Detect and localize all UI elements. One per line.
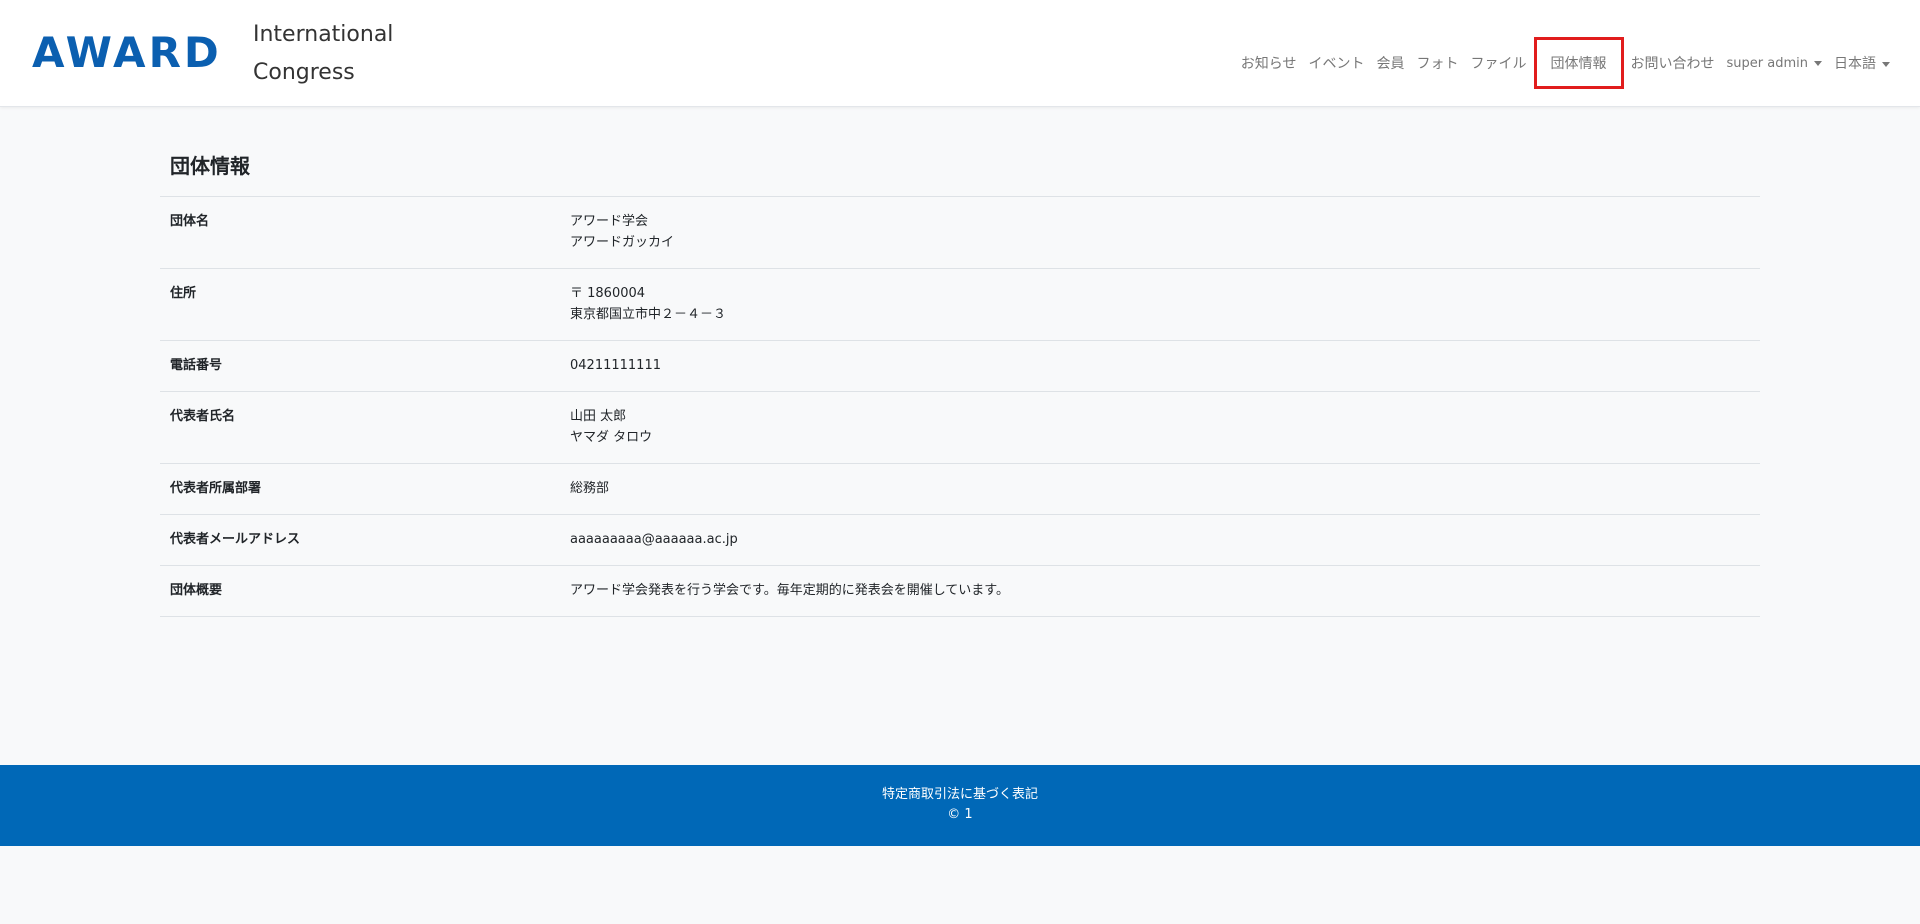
language-menu-label: 日本語 bbox=[1834, 56, 1876, 72]
table-row: 代表者メールアドレス aaaaaaaaa@aaaaaa.ac.jp bbox=[160, 514, 1760, 566]
table-row: 団体概要 アワード学会発表を行う学会です。毎年定期的に発表会を開催しています。 bbox=[160, 565, 1760, 617]
row-value: アワード学会発表を行う学会です。毎年定期的に発表会を開催しています。 bbox=[560, 565, 1760, 617]
copyright-text: © 1 bbox=[947, 807, 973, 822]
site-name[interactable]: International Congress bbox=[253, 16, 413, 92]
row-value: 〒 1860004 東京都国立市中２－４－３ bbox=[560, 268, 1760, 341]
value-line: aaaaaaaaa@aaaaaa.ac.jp bbox=[570, 532, 738, 547]
table-row: 電話番号 04211111111 bbox=[160, 340, 1760, 392]
row-label: 団体名 bbox=[160, 196, 560, 269]
row-label: 住所 bbox=[160, 268, 560, 341]
value-line: アワードガッカイ bbox=[570, 235, 675, 250]
nav-item-contact[interactable]: お問い合わせ bbox=[1625, 49, 1721, 77]
nav-item-news[interactable]: お知らせ bbox=[1235, 49, 1303, 77]
value-line: アワード学会 bbox=[570, 214, 649, 229]
organization-info-table: 団体名 アワード学会 アワードガッカイ 住所 〒 1860004 東京都国立市中… bbox=[160, 196, 1760, 617]
site-header: AWARD International Congress お知らせ イベント 会… bbox=[0, 0, 1920, 107]
table-row: 代表者氏名 山田 太郎 ヤマダ タロウ bbox=[160, 391, 1760, 464]
table-row: 住所 〒 1860004 東京都国立市中２－４－３ bbox=[160, 268, 1760, 341]
value-line: 山田 太郎 bbox=[570, 409, 627, 424]
value-line: アワード学会発表を行う学会です。毎年定期的に発表会を開催しています。 bbox=[570, 583, 1010, 598]
value-line: 東京都国立市中２－４－３ bbox=[570, 307, 727, 322]
table-row: 代表者所属部署 総務部 bbox=[160, 463, 1760, 515]
award-logo[interactable]: AWARD bbox=[32, 32, 222, 74]
row-label: 代表者メールアドレス bbox=[160, 514, 560, 566]
user-menu-label: super admin bbox=[1726, 55, 1808, 71]
value-line: 04211111111 bbox=[570, 358, 661, 373]
page-title: 団体情報 bbox=[170, 154, 250, 178]
value-line: ヤマダ タロウ bbox=[570, 430, 653, 445]
table-row: 団体名 アワード学会 アワードガッカイ bbox=[160, 196, 1760, 269]
row-value: アワード学会 アワードガッカイ bbox=[560, 196, 1760, 269]
language-menu-dropdown[interactable]: 日本語 bbox=[1828, 49, 1896, 77]
caret-down-icon bbox=[1814, 60, 1822, 66]
row-label: 代表者所属部署 bbox=[160, 463, 560, 515]
nav-item-photos[interactable]: フォト bbox=[1411, 49, 1465, 77]
value-line: 〒 1860004 bbox=[570, 286, 646, 301]
value-line: 総務部 bbox=[570, 481, 610, 496]
row-value: 総務部 bbox=[560, 463, 1760, 515]
row-label: 電話番号 bbox=[160, 340, 560, 392]
caret-down-icon bbox=[1882, 61, 1890, 67]
main-content: 団体情報 団体名 アワード学会 アワードガッカイ 住所 〒 1860004 東京… bbox=[160, 140, 1760, 617]
row-value: 山田 太郎 ヤマダ タロウ bbox=[560, 391, 1760, 464]
nav-item-events[interactable]: イベント bbox=[1303, 49, 1371, 77]
row-label: 代表者氏名 bbox=[160, 391, 560, 464]
row-value: aaaaaaaaa@aaaaaa.ac.jp bbox=[560, 514, 1760, 566]
main-nav: お知らせ イベント 会員 フォト ファイル 団体情報 お問い合わせ super … bbox=[1235, 37, 1896, 89]
legal-notice-link[interactable]: 特定商取引法に基づく表記 bbox=[0, 785, 1920, 805]
user-menu-dropdown[interactable]: super admin bbox=[1721, 52, 1828, 75]
nav-item-organization-info[interactable]: 団体情報 bbox=[1533, 37, 1624, 89]
nav-item-files[interactable]: ファイル bbox=[1465, 49, 1533, 77]
row-value: 04211111111 bbox=[560, 340, 1760, 392]
row-label: 団体概要 bbox=[160, 565, 560, 617]
site-footer: 特定商取引法に基づく表記 © 1 bbox=[0, 765, 1920, 846]
nav-item-members[interactable]: 会員 bbox=[1371, 49, 1411, 77]
